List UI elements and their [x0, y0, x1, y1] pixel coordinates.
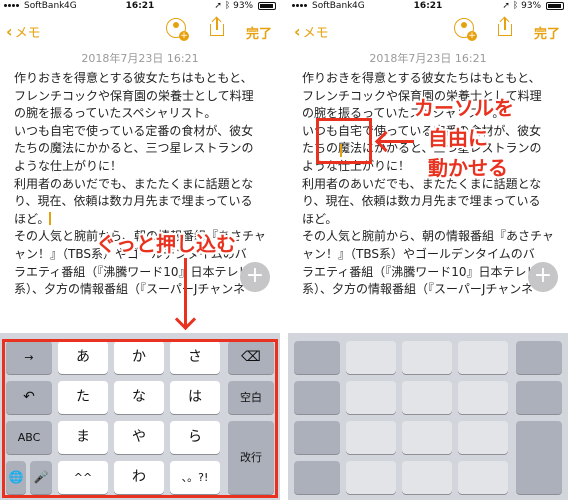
note-line-text: ほど。 [14, 211, 50, 226]
note-date: 2018年7月23日 16:21 [81, 52, 199, 65]
annotation-cursor-label-3: 動かせる [428, 156, 508, 180]
cursor-highlight-box [316, 118, 372, 164]
note-line: 利用者のあいだでも、またたくまに話題とな [14, 176, 254, 191]
location-icon: ➚ [502, 1, 510, 11]
note-line: り、現在、依頼は数カ月先まで埋まっている [302, 194, 541, 209]
battery-status: ➚ ᛒ 93% [502, 1, 564, 11]
nav-bar: ‹メモ 完了 [288, 14, 568, 46]
back-label: メモ [302, 26, 329, 41]
status-bar: SoftBank 4G 16:21 ➚ ᛒ 93% [288, 0, 568, 14]
share-icon[interactable] [498, 18, 512, 36]
key-blank [346, 381, 396, 414]
note-date: 2018年7月23日 16:21 [369, 52, 487, 65]
add-button[interactable]: + [528, 262, 558, 292]
note-line: ような仕上がりに！ [14, 158, 123, 173]
back-button[interactable]: ‹ メモ [6, 22, 41, 41]
add-person-icon[interactable] [454, 18, 477, 41]
note-line: 作りおきを得意とする彼女たちはもともと、 [302, 71, 541, 85]
note-line: フレンチコックや保育園の栄養士として料理 [14, 88, 254, 103]
battery-status: ➚ ᛒ 93% [214, 1, 276, 11]
key-blank [516, 341, 562, 374]
note-line: 作りおきを得意とする彼女たちはもともと、 [14, 71, 253, 85]
note-line: たちの魔法にかかると、三つ星レストランの [14, 141, 254, 156]
battery-percent: 93% [233, 1, 254, 11]
add-button[interactable]: + [240, 262, 270, 292]
note-line: いつも自宅で使っている定番の食材が、彼女 [14, 123, 254, 138]
add-person-icon[interactable] [166, 18, 189, 41]
note-line: の腕を振るっていたスペシャリスト。 [14, 106, 217, 121]
battery-percent: 93% [521, 1, 542, 11]
note-line: その人気と腕前から、朝の情報番組『あさチャ [302, 229, 554, 244]
phone-screenshot-left: SoftBank 4G 16:21 ➚ ᛒ 93% ‹メモ 完了 2018年7月… [0, 0, 280, 500]
back-button[interactable]: ‹ メモ [294, 22, 329, 41]
key-blank [458, 421, 508, 454]
key-blank [402, 341, 452, 374]
note-line: り、現在、依頼は数カ月先まで埋まっている [14, 194, 253, 209]
note-line-with-cursor: ほど。 [14, 211, 280, 229]
battery-icon [258, 1, 276, 10]
annotation-press-label: ぐっと押し込む [96, 232, 236, 256]
note-body[interactable]: 作りおきを得意とする彼女たちはもともと、 フレンチコックや保育園の栄養士として料… [14, 70, 280, 299]
left-arrow-annotation [378, 140, 414, 143]
note-line: ほど。 [302, 211, 338, 226]
status-bar: SoftBank 4G 16:21 ➚ ᛒ 93% [0, 0, 280, 14]
key-blank [458, 461, 508, 494]
down-arrow-annotation [184, 258, 187, 328]
done-button[interactable]: 完了 [246, 23, 272, 42]
phone-screenshot-right: SoftBank 4G 16:21 ➚ ᛒ 93% ‹メモ 完了 2018年7月… [288, 0, 568, 500]
chevron-left-icon: ‹ [6, 22, 13, 41]
note-line: 系）、夕方の情報番組（『スーパーJチャンネ [302, 282, 534, 297]
nav-bar: ‹メモ 完了 [0, 14, 280, 46]
key-blank [346, 461, 396, 494]
key-blank [346, 341, 396, 374]
panel-divider [280, 0, 288, 500]
chevron-left-icon: ‹ [294, 22, 301, 41]
note-line: 系）、夕方の情報番組（『スーパーJチャンネ [14, 282, 246, 297]
key-blank [458, 381, 508, 414]
bluetooth-icon: ᛒ [512, 1, 519, 11]
key-blank [516, 381, 562, 414]
key-blank [402, 461, 452, 494]
key-blank [294, 421, 340, 454]
back-label: メモ [14, 26, 41, 41]
key-blank [346, 421, 396, 454]
key-blank [294, 341, 340, 374]
annotation-cursor-label-2: 自由に [428, 126, 488, 150]
done-button[interactable]: 完了 [534, 23, 560, 42]
key-blank [294, 381, 340, 414]
key-blank [402, 421, 452, 454]
keyboard-highlight-box [2, 339, 278, 498]
share-icon[interactable] [210, 18, 224, 36]
key-blank [516, 421, 562, 494]
keyboard-trackpad[interactable] [288, 333, 568, 500]
annotation-cursor-label-1: カーソルを [414, 96, 514, 120]
key-blank [294, 461, 340, 494]
bluetooth-icon: ᛒ [224, 1, 231, 11]
key-blank [458, 341, 508, 374]
key-blank [402, 381, 452, 414]
text-cursor [49, 211, 52, 225]
battery-icon [546, 1, 564, 10]
location-icon: ➚ [214, 1, 222, 11]
note-line: ャン！』（TBS系）やゴールデンタイムのバ [302, 246, 535, 261]
